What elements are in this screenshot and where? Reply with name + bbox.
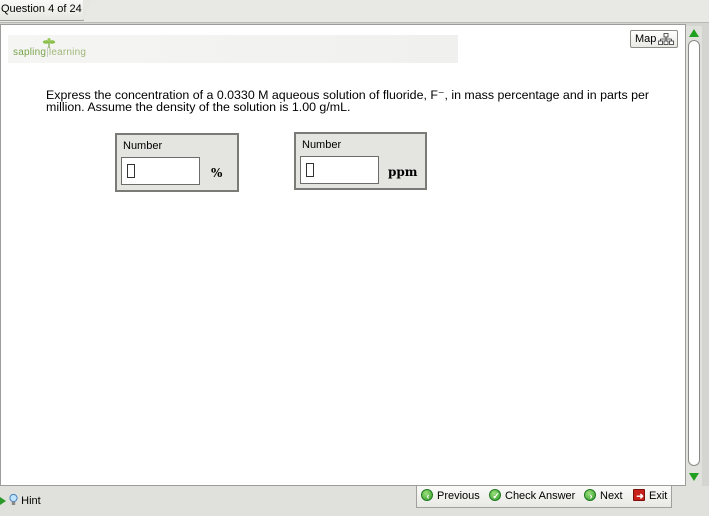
navigation-bar: ‹ Previous ✓ Check Answer › Next ➜ Exit [416,486,672,508]
brand-part1: sapling [13,47,47,58]
unit-label-ppm: ppm [388,165,418,179]
answer-label: Number [123,140,163,152]
sapling-logo: sapling|learning [8,35,458,63]
bottom-bar: Hint ‹ Previous ✓ Check Answer › Next ➜ Exit [0,486,709,516]
brand-text: sapling|learning [13,47,87,58]
question-counter-label: Question 4 of 24 [1,3,82,15]
map-button-label: Map [635,33,657,45]
hint-label: Hint [21,495,41,507]
question-tab-bar: Question 4 of 24 [0,0,709,23]
next-button[interactable]: › Next [584,488,623,504]
brand-part2: learning [48,47,87,58]
question-panel: sapling|learning Map Express the concent… [0,24,686,486]
hint-button[interactable]: Hint [0,493,41,507]
percent-input[interactable] [121,157,200,185]
text-cursor [306,163,314,177]
answer-box-percent: Number % [115,133,239,192]
question-counter-tab[interactable]: Question 4 of 24 [0,0,92,21]
next-arrow-icon: › [584,489,596,501]
map-button[interactable]: Map [630,30,678,48]
exit-label: Exit [649,490,668,502]
sitemap-icon [658,33,674,45]
previous-button[interactable]: ‹ Previous [421,488,480,504]
vertical-scrollbar[interactable] [686,26,702,486]
text-cursor [127,164,135,178]
previous-label: Previous [437,490,480,502]
checkmark-icon: ✓ [489,489,501,501]
answer-label: Number [302,139,342,151]
ppm-input[interactable] [300,156,379,184]
scroll-down-arrow-icon[interactable] [689,473,699,481]
scroll-track[interactable] [688,40,700,466]
check-answer-label: Check Answer [505,490,576,502]
expand-arrow-icon [0,497,6,506]
next-label: Next [600,490,623,502]
unit-label-percent: % [211,166,223,180]
check-answer-button[interactable]: ✓ Check Answer [489,488,575,504]
lightbulb-icon [9,493,18,505]
previous-arrow-icon: ‹ [421,489,433,501]
answer-box-ppm: Number ppm [294,132,427,190]
exit-door-icon: ➜ [633,489,645,501]
exit-button[interactable]: ➜ Exit [633,488,667,504]
scroll-up-arrow-icon[interactable] [689,29,699,37]
question-prompt: Express the concentration of a 0.0330 M … [46,88,650,114]
